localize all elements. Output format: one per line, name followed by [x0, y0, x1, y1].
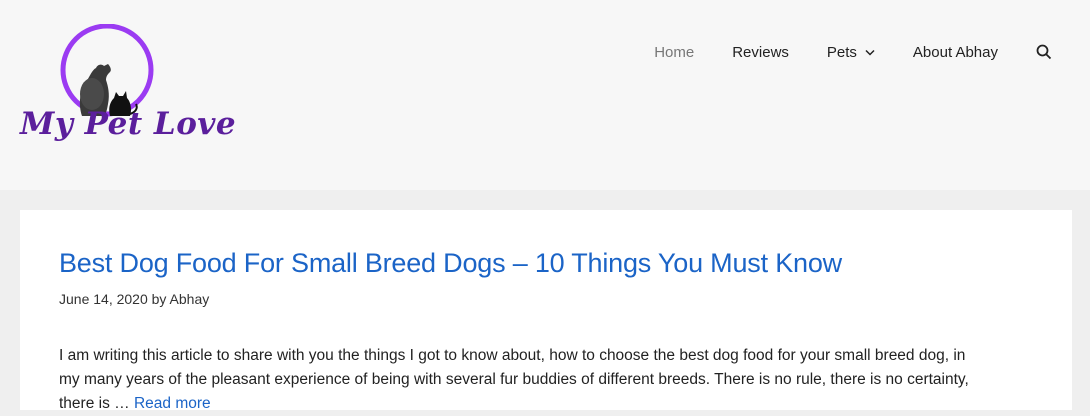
nav-item-about[interactable]: About Abhay	[913, 44, 998, 61]
excerpt-line-1: I am writing this article to share with …	[59, 347, 966, 364]
nav-item-reviews[interactable]: Reviews	[732, 44, 789, 61]
site-logo[interactable]: My Pet Love	[20, 24, 236, 159]
search-icon[interactable]	[1036, 44, 1052, 60]
post-date[interactable]: June 14, 2020	[59, 291, 148, 307]
nav-item-home[interactable]: Home	[654, 44, 694, 61]
post-title[interactable]: Best Dog Food For Small Breed Dogs – 10 …	[59, 248, 842, 279]
read-more-link[interactable]: Read more	[134, 395, 211, 412]
main-nav: Home Reviews Pets About Abhay	[616, 42, 1052, 62]
excerpt-line-3: there is …	[59, 395, 130, 412]
nav-item-pets[interactable]: Pets	[827, 44, 875, 61]
site-header: My Pet Love Home Reviews Pets About Abha…	[0, 0, 1090, 190]
chevron-down-icon	[865, 49, 875, 56]
nav-item-pets-label: Pets	[826, 43, 857, 61]
logo-text: My Pet Love	[20, 106, 237, 142]
post-by: by	[151, 291, 170, 307]
post-author[interactable]: Abhay	[170, 291, 210, 307]
post-meta: June 14, 2020 by Abhay	[59, 291, 209, 307]
post-excerpt: I am writing this article to share with …	[59, 344, 1034, 416]
post-card: Best Dog Food For Small Breed Dogs – 10 …	[20, 210, 1072, 412]
excerpt-line-2: my many years of the pleasant experience…	[59, 371, 969, 388]
